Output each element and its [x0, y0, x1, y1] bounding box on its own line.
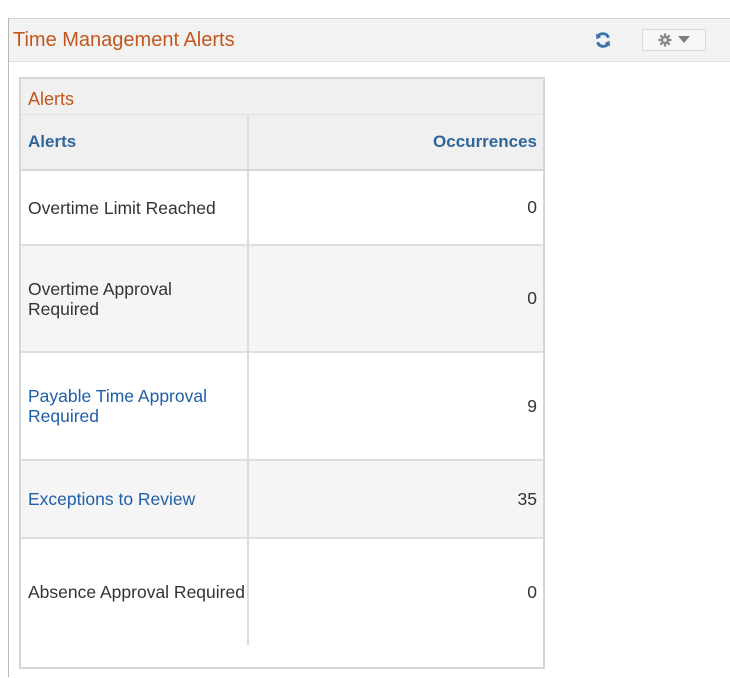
alert-name: Absence Approval Required — [21, 539, 249, 645]
column-header-alerts[interactable]: Alerts — [21, 115, 249, 169]
table-row: Payable Time Approval Required 9 — [21, 353, 543, 461]
table-row: Absence Approval Required 0 — [21, 539, 543, 645]
gear-icon — [658, 33, 672, 47]
caret-down-icon — [678, 36, 690, 43]
page: Time Management Alerts Alerts Alerts Occ… — [0, 0, 730, 677]
refresh-button[interactable] — [591, 27, 615, 53]
pagelet-options-button[interactable] — [642, 29, 706, 51]
occurrence-count: 0 — [527, 197, 537, 217]
occurrence-count: 9 — [527, 395, 537, 416]
pagelet-header: Time Management Alerts — [9, 19, 730, 62]
alert-link-payable-time[interactable]: Payable Time Approval Required — [21, 353, 249, 459]
alerts-grid: Alerts Alerts Occurrences Overtime Limit… — [19, 77, 545, 669]
table-row: Overtime Limit Reached 0 — [21, 171, 543, 246]
occurrence-count: 0 — [527, 581, 537, 602]
table-row: Overtime Approval Required 0 — [21, 246, 543, 353]
time-management-alerts-pagelet: Time Management Alerts Alerts Alerts Occ… — [9, 18, 730, 678]
occurrence-count: 35 — [517, 488, 537, 509]
alert-name: Overtime Approval Required — [21, 246, 249, 351]
pagelet-title: Time Management Alerts — [13, 29, 235, 51]
alert-name: Overtime Limit Reached — [21, 171, 249, 244]
refresh-icon — [595, 32, 611, 48]
column-header-occurrences[interactable]: Occurrences — [249, 115, 543, 169]
grid-header-row: Alerts Occurrences — [21, 115, 543, 171]
table-row: Exceptions to Review 35 — [21, 461, 543, 539]
grid-caption: Alerts — [21, 79, 543, 115]
occurrence-count: 0 — [527, 288, 537, 308]
alert-link-exceptions[interactable]: Exceptions to Review — [21, 461, 249, 537]
